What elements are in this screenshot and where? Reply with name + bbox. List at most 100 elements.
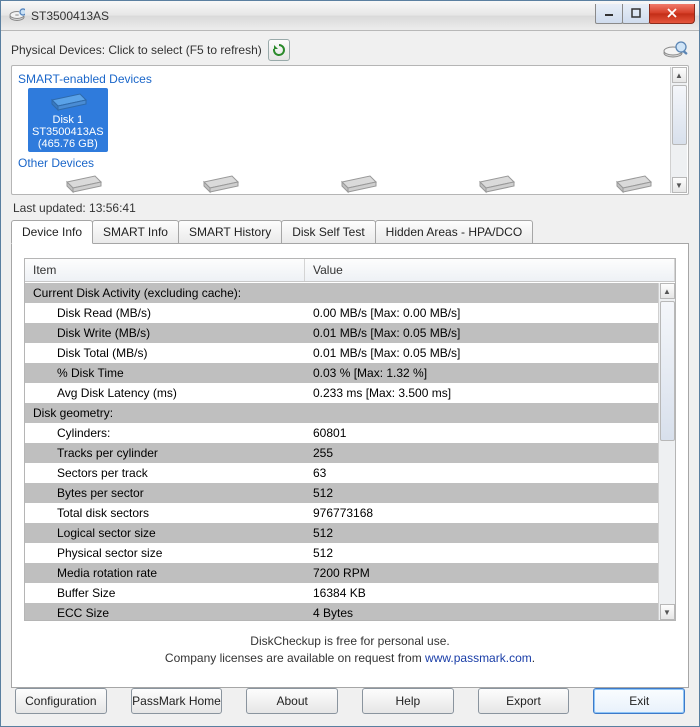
grid-header-value[interactable]: Value — [305, 259, 675, 281]
grid-row[interactable]: Disk geometry: — [25, 403, 658, 423]
scroll-down-icon[interactable]: ▼ — [672, 177, 687, 193]
other-device-row — [18, 172, 682, 195]
grid-cell-item: Disk Total (MB/s) — [25, 345, 305, 361]
info-grid: Item Value Current Disk Activity (exclud… — [24, 258, 676, 621]
minimize-button[interactable] — [595, 4, 623, 24]
grid-cell-item: Disk geometry: — [25, 405, 305, 421]
other-disk-icon[interactable] — [613, 172, 653, 194]
grid-cell-value: 0.00 MB/s [Max: 0.00 MB/s] — [305, 305, 658, 321]
disk-icon — [48, 90, 88, 112]
grid-row[interactable]: Physical sector size512 — [25, 543, 658, 563]
device-panel: SMART-enabled Devices Disk 1 ST3500413AS… — [11, 65, 689, 195]
footer-line2-suffix: . — [532, 651, 535, 665]
grid-cell-item: Current Disk Activity (excluding cache): — [25, 285, 305, 301]
grid-scrollbar[interactable]: ▲ ▼ — [658, 283, 675, 620]
grid-row[interactable]: Current Disk Activity (excluding cache): — [25, 283, 658, 303]
help-button[interactable]: Help — [362, 688, 454, 714]
tab-disk-self-test[interactable]: Disk Self Test — [281, 220, 375, 243]
grid-cell-value: 0.01 MB/s [Max: 0.05 MB/s] — [305, 325, 658, 341]
grid-row[interactable]: Media rotation rate7200 RPM — [25, 563, 658, 583]
scroll-thumb[interactable] — [660, 301, 675, 441]
other-devices-title: Other Devices — [18, 156, 682, 170]
grid-cell-item: Avg Disk Latency (ms) — [25, 385, 305, 401]
grid-cell-value — [305, 405, 658, 421]
exit-button[interactable]: Exit — [593, 688, 685, 714]
maximize-button[interactable] — [622, 4, 650, 24]
grid-cell-item: Buffer Size — [25, 585, 305, 601]
scroll-down-icon[interactable]: ▼ — [660, 604, 675, 620]
grid-header: Item Value — [25, 259, 675, 282]
window-title: ST3500413AS — [31, 9, 596, 23]
grid-row[interactable]: % Disk Time0.03 % [Max: 1.32 %] — [25, 363, 658, 383]
grid-row[interactable]: Disk Total (MB/s)0.01 MB/s [Max: 0.05 MB… — [25, 343, 658, 363]
grid-cell-value: 255 — [305, 445, 658, 461]
grid-cell-item: Physical sector size — [25, 545, 305, 561]
grid-cell-value: 0.03 % [Max: 1.32 %] — [305, 365, 658, 381]
footer-link[interactable]: www.passmark.com — [425, 651, 532, 665]
device-label-line3: (465.76 GB) — [32, 138, 104, 150]
grid-cell-item: Sectors per track — [25, 465, 305, 481]
device-label-line1: Disk 1 — [32, 114, 104, 126]
configuration-button[interactable]: Configuration — [15, 688, 107, 714]
about-button[interactable]: About — [246, 688, 338, 714]
grid-cell-item: Total disk sectors — [25, 505, 305, 521]
grid-row[interactable]: Avg Disk Latency (ms)0.233 ms [Max: 3.50… — [25, 383, 658, 403]
grid-row[interactable]: Disk Write (MB/s)0.01 MB/s [Max: 0.05 MB… — [25, 323, 658, 343]
grid-body: Current Disk Activity (excluding cache):… — [25, 283, 658, 620]
window-controls — [596, 4, 695, 24]
refresh-icon — [271, 42, 287, 58]
grid-row[interactable]: Logical sector size512 — [25, 523, 658, 543]
grid-header-item[interactable]: Item — [25, 259, 305, 281]
footer-text: DiskCheckup is free for personal use. Co… — [24, 633, 676, 667]
smart-device-row: Disk 1 ST3500413AS (465.76 GB) — [18, 88, 682, 152]
topbar-label: Physical Devices: Click to select (F5 to… — [11, 43, 262, 57]
grid-cell-value: 7200 RPM — [305, 565, 658, 581]
other-disk-icon[interactable] — [63, 172, 103, 194]
other-disk-icon[interactable] — [476, 172, 516, 194]
last-updated: Last updated: 13:56:41 — [13, 201, 689, 215]
device-disk1[interactable]: Disk 1 ST3500413AS (465.76 GB) — [28, 88, 108, 152]
grid-cell-value: 16384 KB — [305, 585, 658, 601]
app-icon — [9, 8, 25, 24]
tab-smart-info[interactable]: SMART Info — [92, 220, 179, 243]
search-disk-icon[interactable] — [663, 39, 689, 61]
passmark-home-button[interactable]: PassMark Home — [131, 688, 223, 714]
grid-cell-value — [305, 285, 658, 301]
client-area: Physical Devices: Click to select (F5 to… — [1, 31, 699, 726]
device-panel-scrollbar[interactable]: ▲ ▼ — [670, 67, 687, 193]
grid-cell-value: 60801 — [305, 425, 658, 441]
button-bar: Configuration PassMark Home About Help E… — [11, 688, 689, 716]
grid-row[interactable]: Cylinders:60801 — [25, 423, 658, 443]
grid-cell-value: 0.01 MB/s [Max: 0.05 MB/s] — [305, 345, 658, 361]
tab-hidden-areas[interactable]: Hidden Areas - HPA/DCO — [375, 220, 534, 243]
grid-cell-value: 0.233 ms [Max: 3.500 ms] — [305, 385, 658, 401]
other-disk-icon[interactable] — [338, 172, 378, 194]
close-button[interactable] — [649, 4, 695, 24]
grid-row[interactable]: Tracks per cylinder255 — [25, 443, 658, 463]
refresh-button[interactable] — [268, 39, 290, 61]
tab-device-info[interactable]: Device Info — [11, 220, 93, 244]
footer-line2-prefix: Company licenses are available on reques… — [165, 651, 425, 665]
grid-row[interactable]: ECC Size4 Bytes — [25, 603, 658, 620]
other-disk-icon[interactable] — [200, 172, 240, 194]
grid-cell-item: Tracks per cylinder — [25, 445, 305, 461]
grid-row[interactable]: Total disk sectors976773168 — [25, 503, 658, 523]
scroll-up-icon[interactable]: ▲ — [660, 283, 675, 299]
grid-row[interactable]: Sectors per track63 — [25, 463, 658, 483]
grid-cell-value: 976773168 — [305, 505, 658, 521]
grid-cell-value: 4 Bytes — [305, 605, 658, 620]
export-button[interactable]: Export — [478, 688, 570, 714]
footer-line1: DiskCheckup is free for personal use. — [250, 634, 449, 648]
scroll-up-icon[interactable]: ▲ — [672, 67, 687, 83]
grid-cell-item: Media rotation rate — [25, 565, 305, 581]
grid-row[interactable]: Disk Read (MB/s)0.00 MB/s [Max: 0.00 MB/… — [25, 303, 658, 323]
grid-row[interactable]: Buffer Size16384 KB — [25, 583, 658, 603]
grid-row[interactable]: Bytes per sector512 — [25, 483, 658, 503]
scroll-thumb[interactable] — [672, 85, 687, 145]
tab-smart-history[interactable]: SMART History — [178, 220, 282, 243]
grid-cell-item: % Disk Time — [25, 365, 305, 381]
grid-cell-item: ECC Size — [25, 605, 305, 620]
grid-cell-item: Disk Write (MB/s) — [25, 325, 305, 341]
device-label-line2: ST3500413AS — [32, 126, 104, 138]
grid-cell-value: 512 — [305, 545, 658, 561]
